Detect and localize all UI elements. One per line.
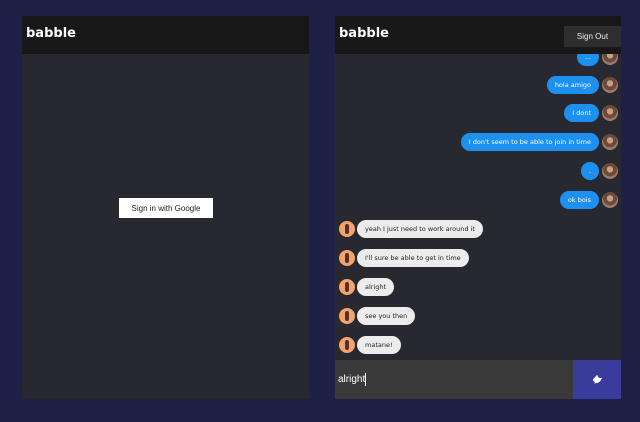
- avatar: [602, 163, 618, 179]
- text-caret: [365, 373, 366, 386]
- message-bubble: hola amigo: [546, 76, 599, 94]
- avatar: [339, 308, 355, 324]
- app-brand: babble: [339, 26, 389, 41]
- sent-message: ok bois: [335, 189, 621, 211]
- message-bubble: ok bois: [559, 191, 599, 209]
- message-bubble: I don't seem to be able to join in time: [460, 133, 599, 151]
- received-message: yeah I just need to work around it: [335, 218, 621, 240]
- avatar: [602, 105, 618, 121]
- avatar: [339, 279, 355, 295]
- message-bubble: matane!: [357, 336, 401, 354]
- message-composer: [335, 360, 621, 399]
- received-message: I'll sure be able to get in time: [335, 247, 621, 269]
- message-bubble: .: [580, 162, 599, 180]
- sent-message: ...: [335, 54, 621, 68]
- app-bar: babble: [22, 16, 309, 54]
- avatar: [602, 54, 618, 65]
- sent-message: I dont: [335, 102, 621, 124]
- message-bubble: yeah I just need to work around it: [357, 220, 483, 238]
- avatar: [339, 337, 355, 353]
- message-bubble: I'll sure be able to get in time: [357, 249, 469, 267]
- avatar: [602, 134, 618, 150]
- message-bubble: alright: [357, 278, 395, 296]
- send-button[interactable]: [573, 360, 621, 399]
- app-brand: babble: [26, 26, 76, 41]
- message-bubble: see you then: [357, 307, 416, 325]
- app-bar: babble Sign Out: [335, 16, 621, 54]
- message-bubble: ...: [576, 54, 599, 66]
- avatar: [602, 192, 618, 208]
- signin-screen: babble Sign in with Google: [22, 16, 309, 399]
- sign-out-button[interactable]: Sign Out: [564, 26, 621, 47]
- avatar: [602, 77, 618, 93]
- sign-in-with-google-button[interactable]: Sign in with Google: [119, 198, 213, 218]
- avatar: [339, 250, 355, 266]
- received-message: matane!: [335, 334, 621, 356]
- sent-message: hola amigo: [335, 74, 621, 96]
- received-message: alright: [335, 276, 621, 298]
- message-bubble: I dont: [564, 104, 599, 122]
- message-list[interactable]: ... hola amigo I dont I don't seem to be ab…: [335, 54, 621, 360]
- avatar: [339, 221, 355, 237]
- received-message: see you then: [335, 305, 621, 327]
- sent-message: I don't seem to be able to join in time: [335, 131, 621, 153]
- dove-send-icon: [592, 374, 603, 385]
- sent-message: .: [335, 160, 621, 182]
- chat-screen: babble Sign Out ... hola amigo I dont I don…: [335, 16, 621, 399]
- message-input[interactable]: [335, 360, 573, 399]
